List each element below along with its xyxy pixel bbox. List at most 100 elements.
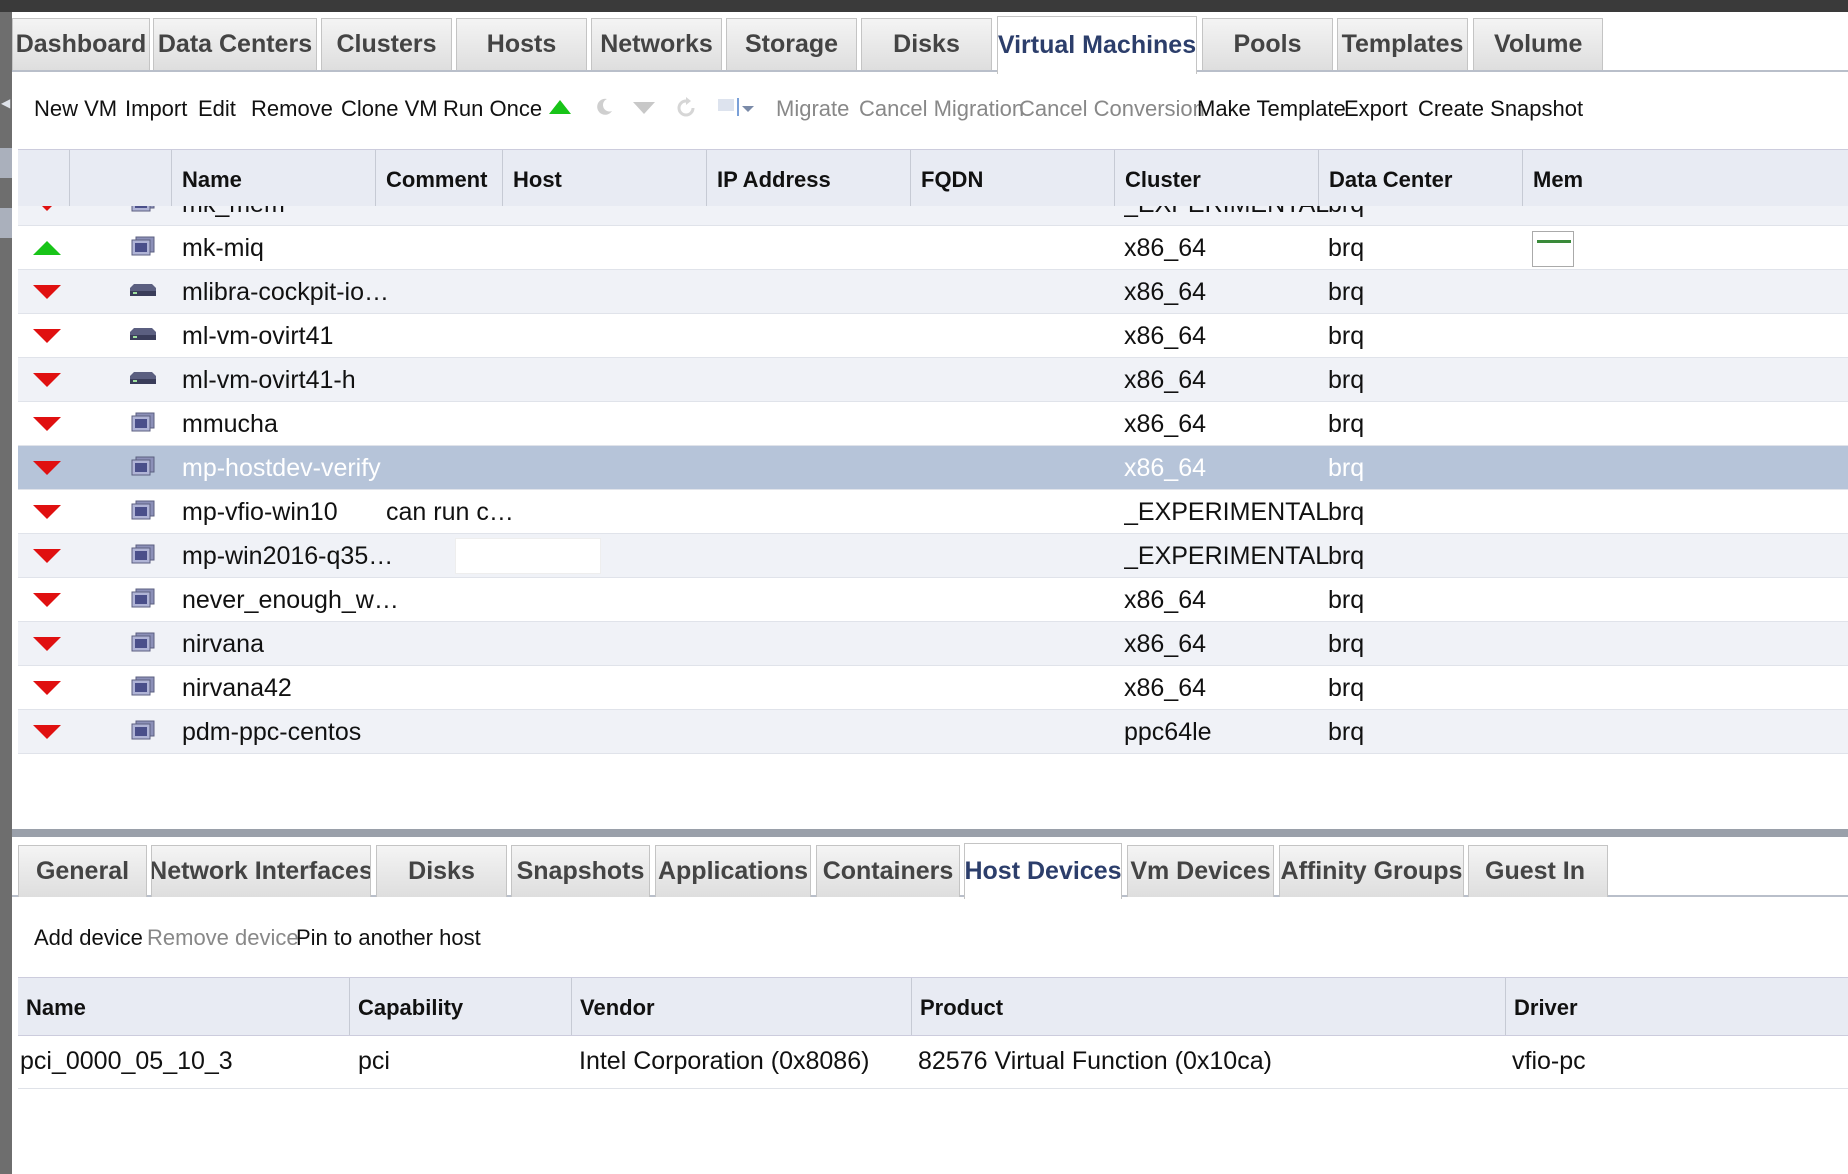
- host-column-header[interactable]: Host: [503, 150, 707, 207]
- tab-clusters[interactable]: Clusters: [321, 18, 452, 70]
- run-icon[interactable]: [549, 100, 571, 119]
- vendor-column-header[interactable]: Vendor: [572, 978, 912, 1035]
- vm-table-row[interactable]: mp-win2016-q35… _EXPERIMENTAL brq: [18, 534, 1848, 578]
- device-vendor-cell: Intel Corporation (0x8086): [579, 1047, 870, 1075]
- vm-data-center-cell: brq: [1328, 410, 1365, 438]
- comment-edit-field[interactable]: [455, 538, 601, 574]
- vm-table-row[interactable]: pdm-ppc-centos ppc64le brq: [18, 710, 1848, 754]
- tab-storage[interactable]: Storage: [726, 18, 857, 70]
- vm-data-center-cell: brq: [1328, 630, 1365, 658]
- capability-column-header[interactable]: Capability: [350, 978, 572, 1035]
- device-driver-cell: vfio-pc: [1512, 1047, 1586, 1075]
- subtab-applications[interactable]: Applications: [655, 845, 811, 897]
- vm-data-center-cell: brq: [1328, 366, 1365, 394]
- comment-column-header[interactable]: Comment: [376, 150, 503, 207]
- tab-hosts[interactable]: Hosts: [456, 18, 587, 70]
- vm-table-row[interactable]: mmucha x86_64 brq: [18, 402, 1848, 446]
- left-collapse-panel[interactable]: ◀: [0, 12, 12, 1174]
- fqdn-column-header[interactable]: FQDN: [911, 150, 1115, 207]
- name-column-header[interactable]: Name: [172, 150, 376, 207]
- vm-grid-header: Name Comment Host IP Address FQDN Cluste…: [18, 149, 1848, 208]
- status-column-header[interactable]: [18, 150, 70, 207]
- vm-data-center-cell: brq: [1328, 498, 1365, 526]
- export-button[interactable]: Export: [1344, 96, 1408, 122]
- tab-data-centers[interactable]: Data Centers: [153, 18, 317, 70]
- vm-table-row[interactable]: mk_mem _EXPERIMENTALbrq: [18, 206, 1848, 226]
- create-snapshot-button[interactable]: Create Snapshot: [1418, 96, 1583, 122]
- suspend-icon[interactable]: [593, 96, 615, 123]
- desktop-icon: [131, 206, 155, 212]
- vm-cluster-cell: x86_64: [1124, 234, 1207, 262]
- driver-column-header[interactable]: Driver: [1506, 978, 1848, 1035]
- host-devices-toolbar: Add device Remove device Pin to another …: [12, 907, 1848, 967]
- vm-name-cell: never_enough_w…: [182, 586, 399, 614]
- subtab-vm-devices[interactable]: Vm Devices: [1127, 845, 1274, 897]
- tab-networks[interactable]: Networks: [591, 18, 722, 70]
- subtab-snapshots[interactable]: Snapshots: [511, 845, 650, 897]
- vm-table-row[interactable]: mlibra-cockpit-io… x86_64 brq: [18, 270, 1848, 314]
- device-name-column-header[interactable]: Name: [18, 978, 350, 1035]
- server-icon: [130, 328, 156, 340]
- subtab-network-interfaces[interactable]: Network Interfaces: [151, 845, 371, 897]
- vm-table-row[interactable]: mk-miq x86_64 brq: [18, 226, 1848, 270]
- add-device-button[interactable]: Add device: [34, 925, 143, 951]
- vm-table-row[interactable]: nirvana x86_64 brq: [18, 622, 1848, 666]
- remove-device-button[interactable]: Remove device: [147, 925, 299, 951]
- vm-data-center-cell: brq: [1328, 454, 1365, 482]
- tab-disks[interactable]: Disks: [861, 18, 992, 70]
- vm-table-row[interactable]: ml-vm-ovirt41-h x86_64 brq: [18, 358, 1848, 402]
- vm-down-icon: [32, 270, 62, 314]
- import-button[interactable]: Import: [125, 96, 187, 122]
- vm-data-center-cell: brq: [1328, 206, 1364, 226]
- make-template-button[interactable]: Make Template: [1197, 96, 1346, 122]
- migrate-button[interactable]: Migrate: [776, 96, 849, 122]
- vm-cluster-cell: x86_64: [1124, 674, 1207, 702]
- vm-data-center-cell: brq: [1328, 586, 1365, 614]
- panel-splitter[interactable]: [12, 829, 1848, 837]
- tab-dashboard[interactable]: Dashboard: [12, 18, 150, 70]
- shutdown-icon[interactable]: [633, 100, 655, 119]
- subtab-host-devices[interactable]: Host Devices: [964, 843, 1122, 899]
- subtab-disks[interactable]: Disks: [376, 845, 507, 897]
- vm-table-row[interactable]: ml-vm-ovirt41 x86_64 brq: [18, 314, 1848, 358]
- left-panel-handle-2[interactable]: [0, 208, 12, 238]
- console-dropdown-icon[interactable]: [718, 96, 758, 123]
- vm-down-icon: [32, 358, 62, 402]
- type-column-header[interactable]: [70, 150, 172, 207]
- reboot-icon[interactable]: [674, 96, 698, 125]
- vm-table-row[interactable]: mp-hostdev-verify x86_64 brq: [18, 446, 1848, 490]
- tab-virtual-machines[interactable]: Virtual Machines: [997, 16, 1197, 74]
- server-icon: [130, 284, 156, 296]
- desktop-icon: [131, 412, 155, 432]
- tab-pools[interactable]: Pools: [1202, 18, 1333, 70]
- cancel-migration-button[interactable]: Cancel Migration: [859, 96, 1024, 122]
- clone-vm-button[interactable]: Clone VM: [341, 96, 438, 122]
- desktop-icon: [131, 544, 155, 564]
- vm-name-cell: mp-vfio-win10: [182, 498, 338, 526]
- new-vm-button[interactable]: New VM: [34, 96, 117, 122]
- vm-table-row[interactable]: never_enough_w… x86_64 brq: [18, 578, 1848, 622]
- vm-table-row[interactable]: nirvana42 x86_64 brq: [18, 666, 1848, 710]
- device-row[interactable]: pci_0000_05_10_3 pci Intel Corporation (…: [18, 1034, 1848, 1089]
- collapse-arrow-icon[interactable]: ◀: [1, 96, 10, 110]
- product-column-header[interactable]: Product: [912, 978, 1506, 1035]
- subtab-affinity-groups[interactable]: Affinity Groups: [1279, 845, 1464, 897]
- data-center-column-header[interactable]: Data Center: [1319, 150, 1523, 207]
- main-content: Dashboard Data Centers Clusters Hosts Ne…: [12, 12, 1848, 1174]
- tab-templates[interactable]: Templates: [1337, 18, 1468, 70]
- subtab-containers[interactable]: Containers: [816, 845, 960, 897]
- subtab-guest-info[interactable]: Guest In: [1468, 845, 1608, 897]
- vm-down-icon: [32, 314, 62, 358]
- vm-table-row[interactable]: mp-vfio-win10 can run c… _EXPERIMENTAL brq: [18, 490, 1848, 534]
- memory-column-header[interactable]: Mem: [1523, 150, 1848, 207]
- cluster-column-header[interactable]: Cluster: [1115, 150, 1319, 207]
- tab-volumes[interactable]: Volume: [1473, 18, 1603, 70]
- left-panel-handle[interactable]: [0, 148, 12, 178]
- edit-button[interactable]: Edit: [198, 96, 236, 122]
- remove-button[interactable]: Remove: [251, 96, 333, 122]
- subtab-general[interactable]: General: [18, 845, 147, 897]
- cancel-conversion-button[interactable]: Cancel Conversion: [1019, 96, 1205, 122]
- run-once-button[interactable]: Run Once: [443, 96, 542, 122]
- ip-address-column-header[interactable]: IP Address: [707, 150, 911, 207]
- pin-to-another-host-button[interactable]: Pin to another host: [296, 925, 481, 951]
